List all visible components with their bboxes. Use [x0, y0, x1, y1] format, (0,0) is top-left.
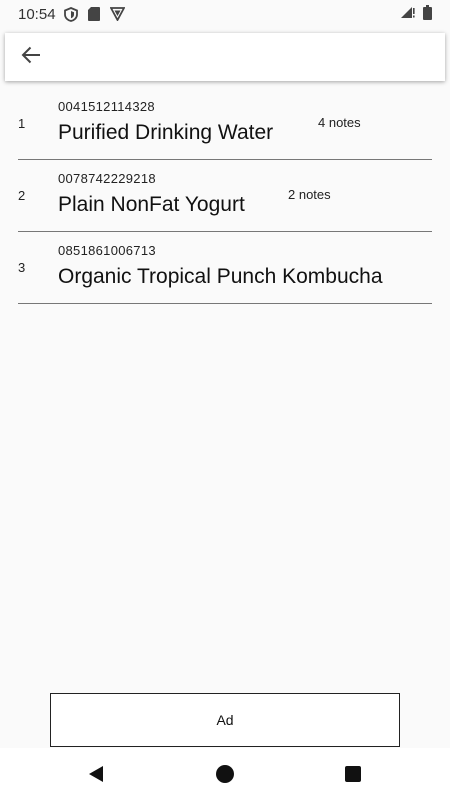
ad-label: Ad: [216, 712, 234, 728]
item-index: 3: [18, 260, 26, 275]
square-recents-icon: [345, 766, 361, 782]
search-input[interactable]: [57, 33, 445, 81]
sd-card-icon: [87, 7, 100, 21]
arrow-left-icon: [21, 46, 41, 69]
system-nav-bar: [0, 748, 450, 800]
list-item[interactable]: 1 0041512114328 Purified Drinking Water …: [18, 88, 432, 160]
item-name: Plain NonFat Yogurt: [58, 193, 245, 216]
vpn-icon: [109, 7, 125, 21]
ad-banner[interactable]: Ad: [50, 693, 400, 747]
list-item[interactable]: 2 0078742229218 Plain NonFat Yogurt 2 no…: [18, 160, 432, 232]
item-barcode: 0078742229218: [58, 171, 156, 186]
status-right-group: [400, 4, 432, 24]
back-button[interactable]: [5, 33, 57, 81]
nav-home-button[interactable]: [213, 762, 237, 786]
product-list: 1 0041512114328 Purified Drinking Water …: [0, 88, 450, 304]
item-index: 2: [18, 188, 26, 203]
shield-icon: [63, 6, 78, 22]
battery-icon: [423, 4, 432, 24]
item-barcode: 0041512114328: [58, 99, 155, 114]
item-barcode: 0851861006713: [58, 243, 156, 258]
signal-icon: [400, 5, 415, 23]
nav-back-button[interactable]: [84, 762, 108, 786]
item-notes: 4 notes: [318, 115, 361, 130]
status-bar: 10:54: [0, 0, 450, 28]
list-item[interactable]: 3 0851861006713 Organic Tropical Punch K…: [18, 232, 432, 304]
search-bar[interactable]: [5, 33, 445, 81]
triangle-back-icon: [89, 766, 103, 782]
status-time: 10:54: [18, 5, 56, 23]
item-name: Purified Drinking Water: [58, 121, 274, 144]
item-notes: 2 notes: [288, 187, 331, 202]
nav-recents-button[interactable]: [341, 762, 365, 786]
item-name: Organic Tropical Punch Kombucha: [58, 265, 383, 288]
item-index: 1: [18, 116, 26, 131]
circle-home-icon: [216, 765, 234, 783]
